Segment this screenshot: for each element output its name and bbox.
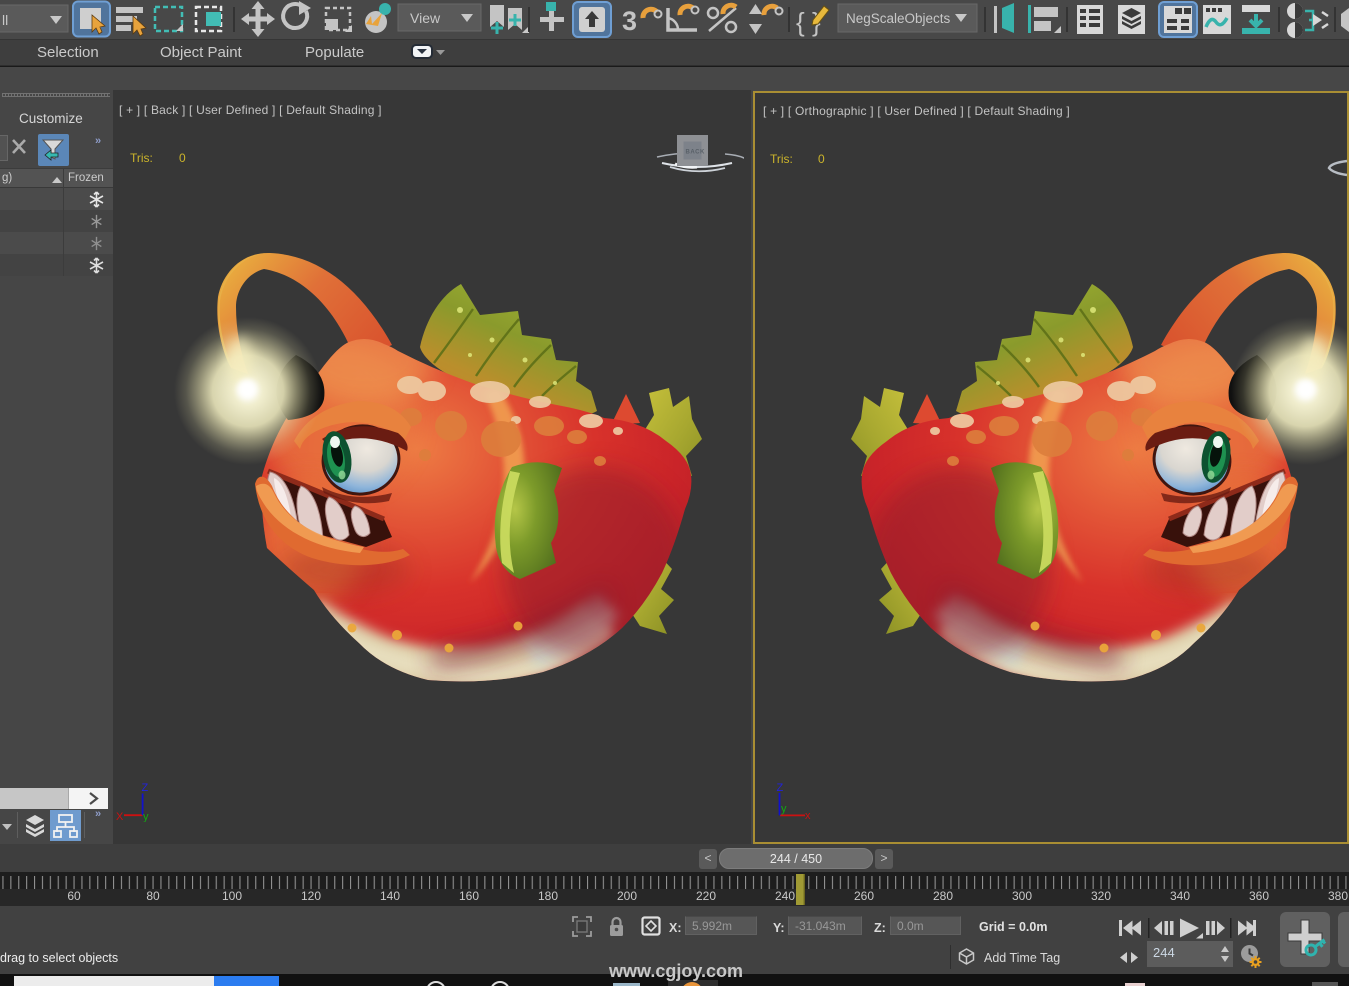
svg-text:NegScaleObjects: NegScaleObjects bbox=[846, 11, 951, 26]
svg-text:x: x bbox=[805, 810, 811, 820]
svg-text:View: View bbox=[410, 10, 441, 26]
svg-text:3: 3 bbox=[622, 6, 637, 36]
svg-text:X: X bbox=[116, 811, 124, 822]
svg-text:y: y bbox=[781, 803, 787, 815]
svg-text:BACK: BACK bbox=[686, 150, 705, 156]
svg-text:Z: Z bbox=[142, 782, 149, 794]
svg-text:{: { bbox=[796, 7, 805, 37]
svg-text:y: y bbox=[143, 811, 149, 822]
svg-text:Z: Z bbox=[777, 782, 784, 794]
svg-text:ll: ll bbox=[2, 12, 8, 28]
